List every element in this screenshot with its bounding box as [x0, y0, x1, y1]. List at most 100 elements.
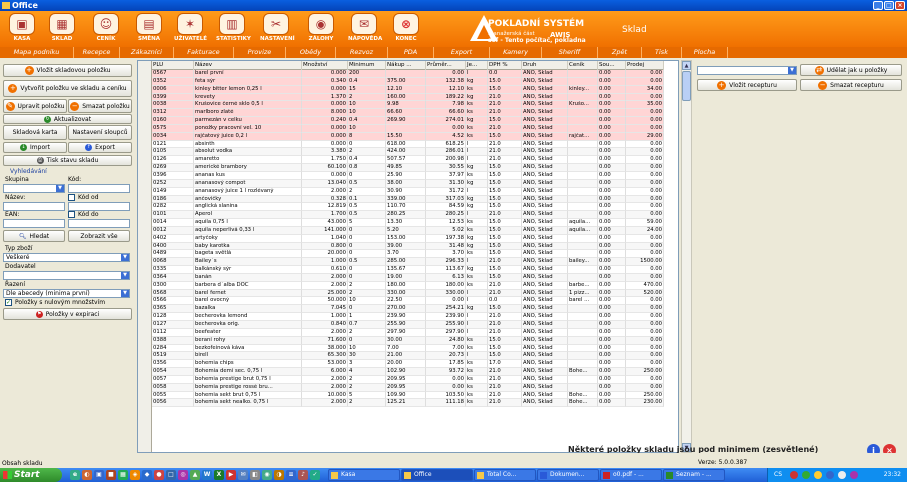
table-row[interactable]: 0567 barel první 0.000 200 0.00 l 0.0 ANO, Skla…	[152, 70, 678, 78]
quicklaunch-icon[interactable]: ■	[106, 470, 116, 480]
tray-icon[interactable]	[790, 471, 798, 479]
toolbar-help-button[interactable]: ✉ NÁPOVĚDA	[348, 13, 382, 47]
same-as-item-button[interactable]: ⇄ Udělat jak u položky	[800, 64, 902, 76]
table-row[interactable]: 0014 aquila 0,75 l 43.000 5 13.30 12.53 ks 15.0…	[152, 219, 678, 227]
recipe-select[interactable]: ▼	[697, 66, 797, 75]
table-row[interactable]: 0054 Bohemia demi sec. 0,75 l 6.000 4 102.90…	[152, 368, 678, 376]
table-row[interactable]: 0388 beraní rohy 71.600 0 30.00 24.80 ks 15.0 AN…	[152, 336, 678, 345]
quicklaunch-icon[interactable]: ◆	[142, 470, 152, 480]
quicklaunch-icon[interactable]: ◎	[178, 470, 188, 480]
taskbar-task[interactable]: Dokumen...	[537, 469, 599, 481]
code-to-checkbox[interactable]	[68, 211, 75, 218]
code-from-input[interactable]	[68, 202, 130, 211]
import-button[interactable]: ↓ Import	[3, 142, 67, 153]
menu-item[interactable]: PDA	[388, 47, 434, 58]
menu-item[interactable]: Zpět	[598, 47, 642, 58]
supplier-select[interactable]: ▼	[3, 271, 130, 280]
refresh-button[interactable]: ↻ Aktualizovat	[3, 114, 132, 124]
delete-item-button[interactable]: − Smazat položku	[68, 99, 132, 113]
table-row[interactable]: 0519 birell 65.300 30 21.00 20.73 l 15.0 ANO, Sk…	[152, 352, 678, 361]
quicklaunch-icon[interactable]: X	[214, 470, 224, 480]
expiry-items-button[interactable]: ⚑ Položky v expiraci	[3, 308, 132, 320]
quicklaunch-icon[interactable]: ▲	[190, 470, 200, 480]
table-row[interactable]: 0300 barbera d´alba DOC 2.000 2 180.00 180.00…	[152, 281, 678, 290]
table-row[interactable]: 0284 bezkofeinová káva 38.000 10 7.00 7.00 ks 1…	[152, 344, 678, 353]
column-header-name[interactable]: Název	[194, 61, 302, 70]
table-row[interactable]: 0128 becherovka lemond 1.000 1 239.90 239.90 l…	[152, 313, 678, 321]
add-stock-item-button[interactable]: + Vložit skladovou položku	[3, 64, 132, 77]
type-select[interactable]: Veškeré ▼	[3, 253, 130, 262]
table-row[interactable]: 0127 becherovka orig. 0.840 0.7 255.90 255.90…	[152, 321, 678, 329]
column-header-type[interactable]: Druh	[522, 61, 568, 70]
column-header-vat[interactable]: DPH %	[488, 61, 522, 70]
show-all-button[interactable]: Zobrazit vše	[68, 230, 130, 242]
table-row[interactable]: 0058 bohemia prestige rossé bru... 2.000 2 2…	[152, 383, 678, 392]
scroll-up-icon[interactable]: ▲	[682, 61, 691, 70]
toolbar-settings-button[interactable]: ✂ NASTAVENÍ	[260, 13, 295, 47]
print-stock-button[interactable]: ⎙ Tisk stavu skladu	[3, 155, 132, 166]
menu-item[interactable]: Mapa podniku	[0, 47, 74, 58]
table-row[interactable]: 0121 absinth 0.000 0 618.00 618.25 l 21.0 ANO, S…	[152, 140, 678, 149]
toolbar-kasa-button[interactable]: ▣ KASA	[6, 13, 38, 47]
sort-select[interactable]: Dle abecedy (minima první) ▼	[3, 289, 130, 298]
table-row[interactable]: 0160 parmezán v celku 0.240 0.4 269.90 274.01…	[152, 117, 678, 125]
scroll-thumb[interactable]	[682, 71, 691, 101]
maximize-button[interactable]: □	[884, 1, 894, 10]
tray-icon[interactable]	[802, 471, 810, 479]
menu-item[interactable]: Fakturace	[174, 47, 234, 58]
table-row[interactable]: 0335 balkánský sýr 0.610 0 135.67 113.67 kg 15.…	[152, 266, 678, 274]
table-row[interactable]: 0312 marlboro zlaté 8.000 10 66.60 66.60 ks 21.…	[152, 109, 678, 118]
menu-item[interactable]: Zákazníci	[120, 47, 174, 58]
table-row[interactable]: 0012 aquila neperlivá 0,33 l 141.000 0 5.20 5…	[152, 226, 678, 235]
column-header-pricelist[interactable]: Ceník	[568, 61, 598, 70]
name-input[interactable]	[3, 202, 65, 211]
quicklaunch-icon[interactable]: ♪	[298, 470, 308, 480]
quicklaunch-icon[interactable]: W	[202, 470, 212, 480]
quicklaunch-icon[interactable]: ▦	[118, 470, 128, 480]
table-row[interactable]: 0055 bohemia sekt brut 0,75 l 10.000 5 109.9…	[152, 391, 678, 400]
quicklaunch-icon[interactable]: ◉	[262, 470, 272, 480]
create-item-button[interactable]: + Vytvořit položku ve skladu a ceníku	[3, 80, 132, 97]
table-row[interactable]: 0568 barel fernet 25.000 2 330.00 330.00 l 21.0…	[152, 289, 678, 298]
table-row[interactable]: 0489 bageta světlá 20.000 0 3.70 3.70 ks 15.0 AN…	[152, 250, 678, 259]
table-row[interactable]: 0252 ananasový compot 13.040 0.5 38.00 31.30 k…	[152, 179, 678, 188]
table-row[interactable]: 0282 anglická slanina 12.819 0.5 110.70 84.59…	[152, 203, 678, 212]
menu-item[interactable]: Export	[434, 47, 490, 58]
clock[interactable]: 23:32	[884, 468, 901, 482]
tray-icon[interactable]	[814, 471, 822, 479]
quicklaunch-icon[interactable]: ✓	[310, 470, 320, 480]
quicklaunch-icon[interactable]: ●	[154, 470, 164, 480]
group-select[interactable]: ▼	[3, 184, 65, 193]
column-header-price[interactable]: Prodej	[626, 61, 664, 70]
table-row[interactable]: 0149 ananasový juice 1 l rozlévaný 2.000 2 3…	[152, 187, 678, 196]
column-header-plu[interactable]: PLU	[152, 61, 194, 70]
table-row[interactable]: 0112 beefeater 2.000 2 297.90 297.90 l 21.0 ANO,…	[152, 328, 678, 337]
quicklaunch-icon[interactable]: □	[166, 470, 176, 480]
table-row[interactable]: 0126 amaretto 1.750 0.4 507.57 200.98 l 21.0 ANO…	[152, 156, 678, 165]
tray-icon[interactable]	[826, 471, 834, 479]
table-row[interactable]: 0006 kinley bitter lemon 0,25 l 0.000 15 12.…	[152, 85, 678, 94]
table-row[interactable]: 0356 bohemia chips 53.000 3 20.00 17.85 ks 17.0…	[152, 360, 678, 369]
table-row[interactable]: 0352 feta sýr 0.340 0.4 375.00 132.38 kg 15.0 AN…	[152, 77, 678, 86]
table-row[interactable]: 0396 ananas kus 0.000 0 25.90 37.97 ks 15.0 ANO,…	[152, 171, 678, 180]
language-indicator[interactable]: CS	[774, 468, 782, 482]
table-row[interactable]: 0400 baby karotka 0.800 0 39.00 31.48 kg 15.0 AN…	[152, 242, 678, 251]
table-row[interactable]: 0186 ančovičky 0.328 0.1 339.00 317.03 kg 15.0 A…	[152, 195, 678, 204]
column-header-unit[interactable]: Je...	[466, 61, 488, 70]
menu-item[interactable]: Rezvoz	[336, 47, 388, 58]
quicklaunch-icon[interactable]: ◑	[274, 470, 284, 480]
menu-item[interactable]: Tisk	[642, 47, 682, 58]
table-row[interactable]: 0364 banán 2.000 0 19.00 6.13 ks 15.0 ANO, Sklad…	[152, 273, 678, 282]
menu-item[interactable]: Sheriff	[542, 47, 598, 58]
delete-recipe-button[interactable]: − Smazat recepturu	[800, 79, 902, 91]
table-row[interactable]: 0566 barel ovocný 50.000 10 22.50 0.00 l 0.0 ANO…	[152, 297, 678, 306]
code-input[interactable]	[68, 184, 130, 193]
table-row[interactable]: 0068 Bailey´s 1.000 0.5 285.00 296.33 l 21.0 ANO…	[152, 258, 678, 267]
code-to-input[interactable]	[68, 219, 130, 228]
insert-recipe-button[interactable]: + Vložit recepturu	[697, 79, 797, 91]
menu-item[interactable]: Plocha	[682, 47, 728, 58]
toolbar-sklad-button[interactable]: ▦ SKLAD	[46, 13, 78, 47]
column-header-sum[interactable]: Sou...	[598, 61, 626, 70]
taskbar-task[interactable]: Kasa	[328, 469, 400, 481]
table-scrollbar[interactable]: ▲ ▼	[681, 60, 692, 453]
